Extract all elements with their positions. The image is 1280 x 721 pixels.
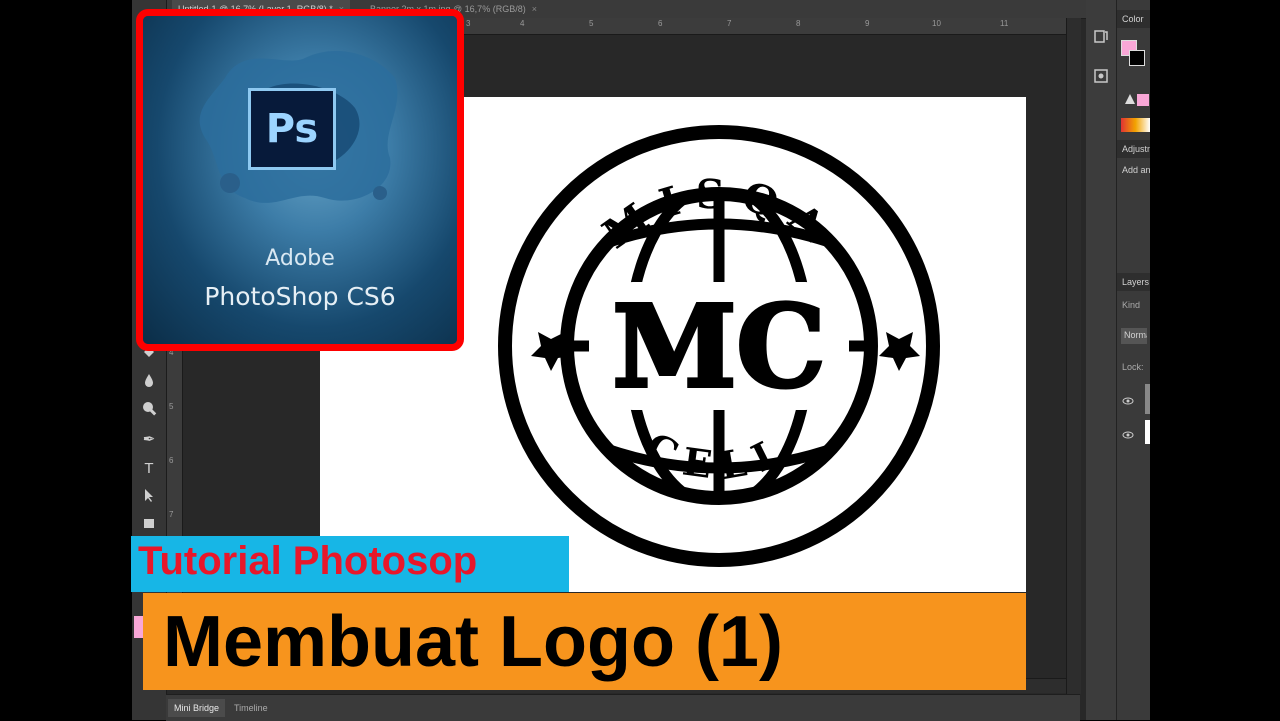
history-icon[interactable]	[1093, 28, 1109, 44]
color-spectrum[interactable]	[1121, 118, 1150, 132]
collapsed-panel-strip	[1086, 0, 1117, 720]
properties-icon[interactable]	[1093, 68, 1109, 84]
adobe-label: Adobe	[265, 246, 335, 271]
close-icon[interactable]: ×	[532, 4, 537, 14]
logo-center-text: MC	[612, 282, 825, 413]
ruler-label: 11	[1000, 19, 1009, 28]
gamut-warning-icon	[1125, 94, 1135, 104]
title-banner: Membuat Logo (1)	[143, 593, 1026, 690]
black-letterbox	[1150, 0, 1280, 720]
background-color-swatch[interactable]	[1129, 50, 1145, 66]
layer-filter-kind[interactable]: Kind	[1122, 300, 1148, 310]
blend-mode-select[interactable]: Normal	[1121, 328, 1147, 344]
ruler-label: 8	[796, 19, 801, 28]
panels-column: Color Adjustments Add an adjustment Laye…	[1117, 0, 1150, 720]
dodge-icon[interactable]	[139, 400, 159, 420]
tab-color[interactable]: Color	[1117, 10, 1150, 28]
bottom-panel-tabs: Mini Bridge Timeline	[166, 694, 1080, 721]
rectangle-icon[interactable]	[139, 515, 159, 535]
ruler-label: 7	[169, 510, 174, 519]
ruler-label: 6	[169, 456, 174, 465]
lock-label: Lock:	[1122, 362, 1144, 372]
blur-icon[interactable]	[139, 372, 159, 392]
tab-layers[interactable]: Layers	[1117, 273, 1150, 291]
tab-mini-bridge[interactable]: Mini Bridge	[168, 699, 226, 717]
type-icon[interactable]: T	[139, 459, 159, 479]
pen-icon[interactable]: ✒	[139, 430, 159, 450]
visibility-eye-icon[interactable]	[1122, 427, 1134, 439]
ruler-label: 5	[169, 402, 174, 411]
ruler-label: 5	[589, 19, 594, 28]
ps-app-icon: Ps	[248, 88, 336, 170]
product-name: PhotoShop CS6	[204, 282, 396, 311]
path-selection-icon[interactable]	[139, 487, 159, 507]
ruler-label: 7	[727, 19, 732, 28]
add-adjustment-label: Add an adjustment	[1122, 165, 1150, 175]
horizontal-ruler: 3 4 5 6 7 8 9 10 11	[462, 18, 1080, 35]
photoshop-cs6-thumbnail: Ps Adobe PhotoShop CS6	[136, 9, 464, 351]
ruler-label: 4	[520, 19, 525, 28]
ruler-label: 9	[865, 19, 870, 28]
misqa-cell-logo: MISQA CELL MC	[498, 125, 940, 567]
out-of-gamut-swatch[interactable]	[1137, 94, 1149, 106]
tab-timeline[interactable]: Timeline	[228, 699, 274, 717]
visibility-eye-icon[interactable]	[1122, 393, 1134, 405]
tutorial-banner: Tutorial Photosop	[131, 536, 569, 592]
ruler-label: 10	[932, 19, 941, 28]
tutorial-label: Tutorial Photosop	[138, 539, 478, 583]
ruler-label: 6	[658, 19, 663, 28]
vertical-scrollbar[interactable]	[1066, 18, 1081, 694]
ruler-label: 3	[466, 19, 471, 28]
tab-adjustments[interactable]: Adjustments	[1117, 140, 1150, 158]
video-title: Membuat Logo (1)	[163, 602, 783, 682]
